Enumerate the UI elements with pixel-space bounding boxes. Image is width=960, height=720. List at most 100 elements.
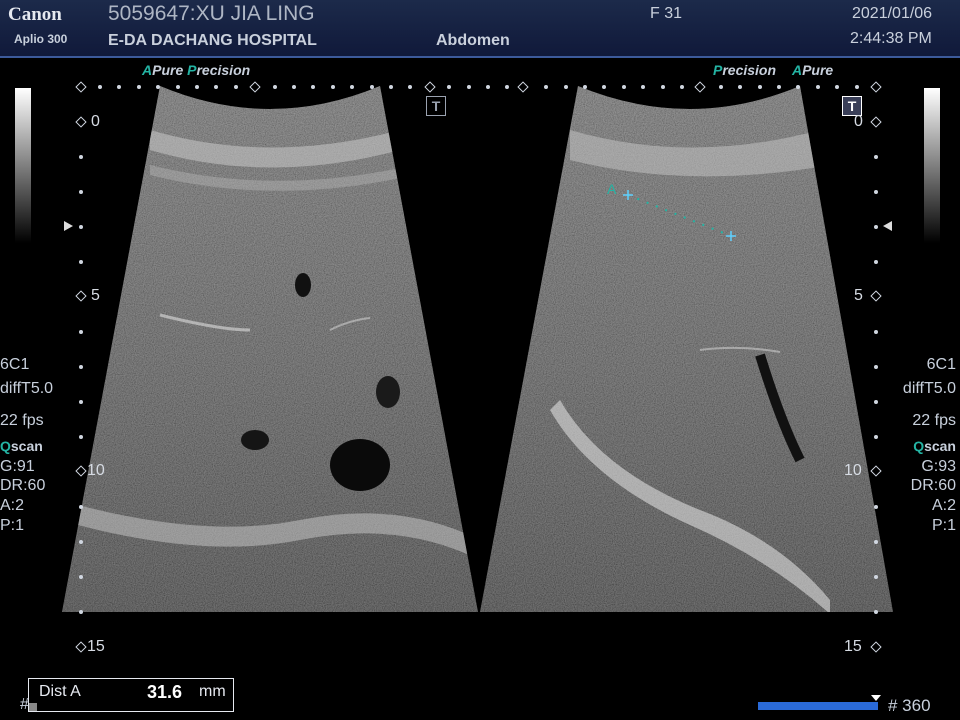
exam-date: 2021/01/06 <box>852 5 933 22</box>
left-ultrasound-sector <box>62 86 478 612</box>
distance-value: 31.6 <box>147 682 183 702</box>
scale-dot <box>855 85 859 89</box>
depth-dot <box>874 365 878 369</box>
right-mode-label: Precision APure <box>713 62 834 78</box>
frame-count: # 360 <box>888 696 931 715</box>
cine-position-icon[interactable] <box>871 695 881 701</box>
exam-time: 2:44:38 PM <box>850 30 932 47</box>
scale-dot <box>176 85 180 89</box>
hospital-name: E-DA DACHANG HOSPITAL <box>108 32 317 49</box>
depth-dot <box>79 505 83 509</box>
depth-dot <box>874 260 878 264</box>
depth-dot <box>874 610 878 614</box>
scale-dot <box>719 85 723 89</box>
scale-dot <box>350 85 354 89</box>
depth-dot <box>874 190 878 194</box>
depth-dot <box>874 225 878 229</box>
depth-dot <box>79 260 83 264</box>
scale-dot <box>370 85 374 89</box>
depth-dot <box>874 575 878 579</box>
depth-dot <box>79 155 83 159</box>
depth-dot <box>79 330 83 334</box>
depth-dot <box>874 505 878 509</box>
left-a-param: A:2 <box>0 497 25 514</box>
scale-dot <box>292 85 296 89</box>
depth-dot <box>79 575 83 579</box>
scale-dot <box>835 85 839 89</box>
right-qscan: Qscan <box>913 438 956 454</box>
scale-dot <box>98 85 102 89</box>
scale-dot <box>680 85 684 89</box>
scale-dot <box>564 85 568 89</box>
right-diff: diffT5.0 <box>902 380 956 397</box>
scale-dot <box>738 85 742 89</box>
right-grayscale-bar <box>924 88 940 243</box>
caliper-label: A <box>607 181 617 197</box>
scale-dot <box>137 85 141 89</box>
depth-dot <box>79 365 83 369</box>
left-fps: 22 fps <box>0 412 44 429</box>
scale-dot <box>777 85 781 89</box>
right-ultrasound-sector <box>480 86 893 612</box>
right-fps: 22 fps <box>912 412 956 429</box>
distance-label: Dist A <box>39 683 81 700</box>
depth-dot <box>874 330 878 334</box>
scale-dot <box>117 85 121 89</box>
depth-dot <box>874 400 878 404</box>
scale-dot <box>486 85 490 89</box>
scale-dot <box>311 85 315 89</box>
right-depth-10: 10 <box>844 462 862 479</box>
scale-dot <box>505 85 509 89</box>
patient-sex-age: F 31 <box>650 5 683 22</box>
left-p-param: P:1 <box>0 517 25 534</box>
scale-dot <box>796 85 800 89</box>
left-qscan: Qscan <box>0 438 43 454</box>
brand-logo: Canon <box>8 4 62 25</box>
scale-dot <box>156 85 160 89</box>
scale-dot <box>273 85 277 89</box>
depth-dot <box>79 540 83 544</box>
ultrasound-image-area: A <box>62 86 893 612</box>
depth-dot <box>79 610 83 614</box>
left-focus-marker-icon <box>64 221 73 231</box>
footer-hash: # <box>20 696 29 713</box>
scale-dot <box>408 85 412 89</box>
scale-dot <box>544 85 548 89</box>
scale-dot <box>234 85 238 89</box>
right-p-param: P:1 <box>931 517 956 534</box>
scale-dot <box>816 85 820 89</box>
right-depth-0: 0 <box>854 113 863 130</box>
left-probe: 6C1 <box>0 356 30 373</box>
left-depth-0: 0 <box>91 113 100 130</box>
scale-dot <box>661 85 665 89</box>
depth-dot <box>874 155 878 159</box>
distance-unit: mm <box>199 683 226 700</box>
depth-dot <box>79 435 83 439</box>
right-a-param: A:2 <box>931 497 956 514</box>
depth-dot <box>79 190 83 194</box>
scale-dot <box>447 85 451 89</box>
left-depth-5: 5 <box>91 287 100 304</box>
model-name: Aplio 300 <box>14 32 68 46</box>
scale-dot <box>602 85 606 89</box>
right-probe: 6C1 <box>926 356 956 373</box>
header-bar: Canon Aplio 300 5059647:XU JIA LING E-DA… <box>0 0 960 58</box>
left-depth-10: 10 <box>87 462 105 479</box>
right-focus-marker-icon <box>883 221 892 231</box>
measurement-result-box: Dist A 31.6 mm <box>28 678 234 712</box>
right-depth-15: 15 <box>844 638 862 655</box>
scale-dot <box>331 85 335 89</box>
depth-dot <box>874 435 878 439</box>
scale-dot <box>758 85 762 89</box>
left-t-marker-icon[interactable]: T <box>426 96 446 116</box>
scale-dot <box>641 85 645 89</box>
right-dynamic-range: DR:60 <box>910 477 956 494</box>
scale-dot <box>583 85 587 89</box>
left-gain: G:91 <box>0 458 35 475</box>
right-depth-5: 5 <box>854 287 863 304</box>
left-mode-label: APure Precision <box>142 62 251 78</box>
exam-type: Abdomen <box>436 32 510 49</box>
depth-dot <box>79 400 83 404</box>
cine-progress-bar[interactable] <box>758 702 878 710</box>
scale-dot <box>389 85 393 89</box>
